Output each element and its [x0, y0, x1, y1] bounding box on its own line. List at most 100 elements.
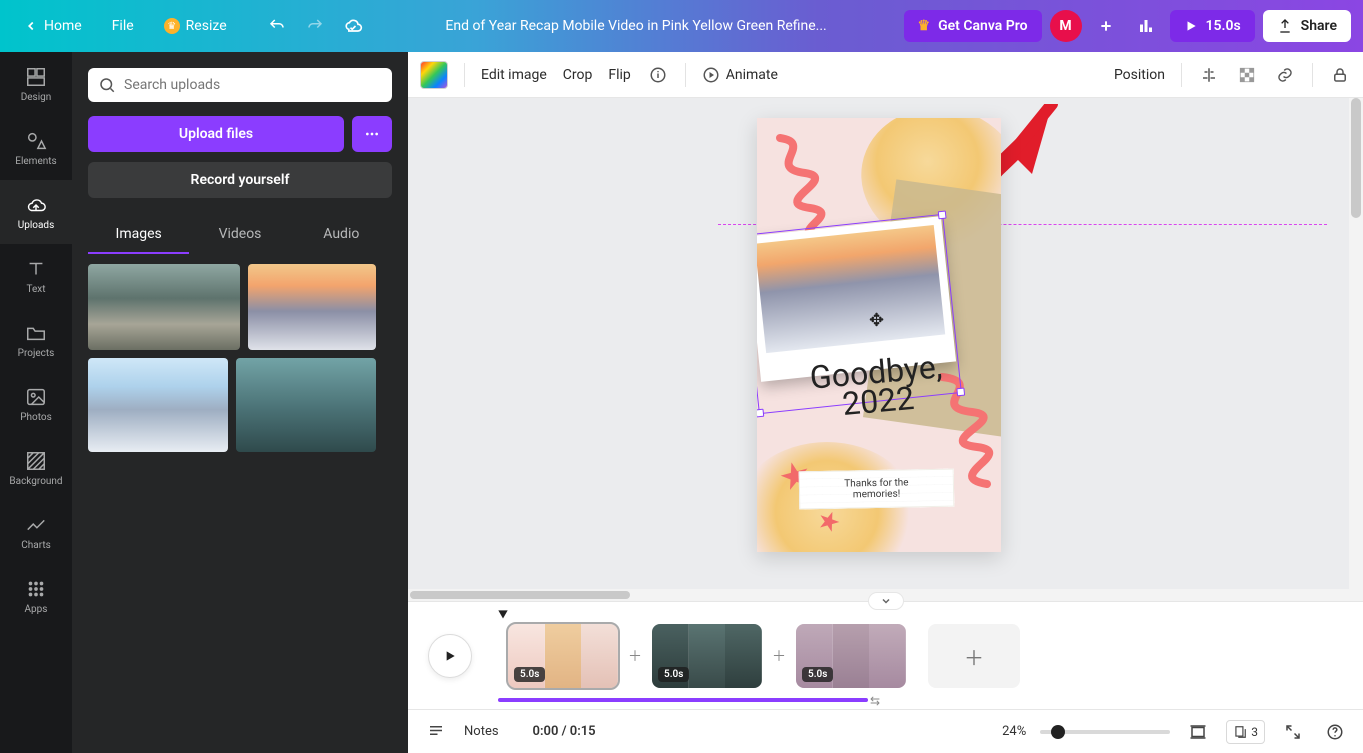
zoom-level: 24%	[1002, 724, 1026, 739]
lock-icon	[1331, 66, 1349, 84]
page-indicator[interactable]: 3	[1226, 720, 1265, 744]
notes-toggle[interactable]	[422, 718, 450, 746]
add-member-button[interactable]	[1090, 10, 1122, 42]
tab-videos[interactable]: Videos	[189, 216, 290, 254]
undo-button[interactable]	[261, 10, 293, 42]
vertical-scrollbar[interactable]	[1349, 98, 1363, 593]
timeline-play-button[interactable]	[428, 634, 472, 678]
uploads-grid	[88, 264, 392, 452]
bottom-bar: Notes 0:00 / 0:15 24% 3	[408, 709, 1363, 753]
search-icon	[98, 76, 116, 94]
share-button[interactable]: Share	[1263, 10, 1351, 42]
clip-duration-badge: 5.0s	[514, 667, 545, 682]
fullscreen-button[interactable]	[1279, 718, 1307, 746]
line-chart-icon	[25, 514, 47, 536]
tab-images[interactable]: Images	[88, 216, 189, 254]
redo-icon	[306, 17, 324, 35]
timeline-clip[interactable]: 5.0s	[796, 624, 906, 688]
nav-elements[interactable]: Elements	[0, 116, 72, 180]
link-button[interactable]	[1274, 64, 1296, 86]
zoom-slider[interactable]	[1040, 730, 1170, 734]
crop-button[interactable]: Crop	[563, 67, 593, 83]
nav-photos[interactable]: Photos	[0, 372, 72, 436]
top-bar: Home File ♛ Resize End of Year Recap Mob…	[0, 0, 1363, 52]
shapes-icon	[25, 130, 47, 152]
notes-label[interactable]: Notes	[464, 724, 499, 739]
expand-icon	[1284, 723, 1302, 741]
add-transition-button[interactable]: ＋	[770, 647, 788, 665]
analytics-button[interactable]	[1130, 10, 1162, 42]
timeline-collapse-button[interactable]	[868, 592, 904, 610]
more-icon	[364, 126, 380, 142]
nav-background[interactable]: Background	[0, 436, 72, 500]
crown-icon: ♛	[164, 18, 180, 34]
search-container	[88, 68, 392, 102]
upload-thumbnail[interactable]	[236, 358, 376, 452]
bar-chart-icon	[1137, 17, 1155, 35]
timeline-clip[interactable]: 5.0s	[508, 624, 618, 688]
artboard[interactable]: ★ ★ Thanks for the memories! Goodbye, 20…	[757, 118, 1001, 552]
nav-design[interactable]: Design	[0, 52, 72, 116]
edit-image-button[interactable]: Edit image	[481, 67, 547, 83]
upload-options-button[interactable]	[352, 116, 392, 152]
animate-button[interactable]: Animate	[702, 66, 778, 84]
preview-button[interactable]: 15.0s	[1170, 10, 1255, 42]
nudge-button[interactable]	[1198, 64, 1220, 86]
pages-icon	[1233, 725, 1247, 739]
record-yourself-button[interactable]: Record yourself	[88, 162, 392, 198]
lock-button[interactable]	[1329, 64, 1351, 86]
search-input[interactable]	[124, 77, 382, 93]
color-swatch[interactable]	[420, 61, 448, 89]
upload-thumbnail[interactable]	[88, 358, 228, 452]
upload-files-button[interactable]: Upload files	[88, 116, 344, 152]
resize-button[interactable]: ♛ Resize	[152, 10, 239, 42]
nav-apps[interactable]: Apps	[0, 564, 72, 628]
cloud-upload-icon	[25, 194, 47, 216]
playback-time: 0:00 / 0:15	[533, 724, 596, 739]
avatar[interactable]: M	[1050, 10, 1082, 42]
nav-uploads[interactable]: Uploads	[0, 180, 72, 244]
upload-thumbnail[interactable]	[248, 264, 376, 350]
text-icon	[25, 258, 47, 280]
info-icon	[649, 66, 667, 84]
scrollbar-thumb[interactable]	[1351, 98, 1361, 218]
clip-duration-badge: 5.0s	[802, 667, 833, 682]
cloud-check-icon	[343, 16, 363, 36]
apps-grid-icon	[25, 578, 47, 600]
cloud-status[interactable]	[337, 10, 369, 42]
canvas-area[interactable]: ★ ★ Thanks for the memories! Goodbye, 20…	[408, 98, 1349, 593]
info-button[interactable]	[647, 64, 669, 86]
tab-audio[interactable]: Audio	[291, 216, 392, 254]
nav-rail: Design Elements Uploads Text Projects Ph…	[0, 52, 72, 753]
add-page-button[interactable]: ＋	[928, 624, 1020, 688]
chevron-down-icon	[880, 595, 892, 607]
fit-icon	[1189, 723, 1207, 741]
audio-track-end-handle[interactable]: ⇆	[870, 694, 880, 708]
link-icon	[1276, 66, 1294, 84]
scrollbar-thumb[interactable]	[410, 591, 630, 599]
file-menu[interactable]: File	[100, 10, 146, 42]
undo-icon	[268, 17, 286, 35]
transparency-button[interactable]	[1236, 64, 1258, 86]
checker-icon	[1238, 66, 1256, 84]
nav-projects[interactable]: Projects	[0, 308, 72, 372]
headline-text[interactable]: Goodbye, 2022	[808, 352, 945, 421]
position-button[interactable]: Position	[1114, 67, 1165, 83]
add-transition-button[interactable]: ＋	[626, 647, 644, 665]
nav-charts[interactable]: Charts	[0, 500, 72, 564]
crown-icon: ♛	[918, 18, 931, 34]
upload-thumbnail[interactable]	[88, 264, 240, 350]
timeline-clip[interactable]: 5.0s	[652, 624, 762, 688]
help-icon	[1326, 723, 1344, 741]
home-button[interactable]: Home	[12, 10, 94, 42]
animate-icon	[702, 66, 720, 84]
flip-button[interactable]: Flip	[608, 67, 630, 83]
nav-text[interactable]: Text	[0, 244, 72, 308]
audio-track[interactable]	[498, 698, 868, 702]
zoom-slider-thumb[interactable]	[1051, 725, 1065, 739]
document-title[interactable]: End of Year Recap Mobile Video in Pink Y…	[369, 18, 904, 34]
get-pro-button[interactable]: ♛ Get Canva Pro	[904, 10, 1042, 42]
redo-button[interactable]	[299, 10, 331, 42]
help-button[interactable]	[1321, 718, 1349, 746]
fit-view-button[interactable]	[1184, 718, 1212, 746]
